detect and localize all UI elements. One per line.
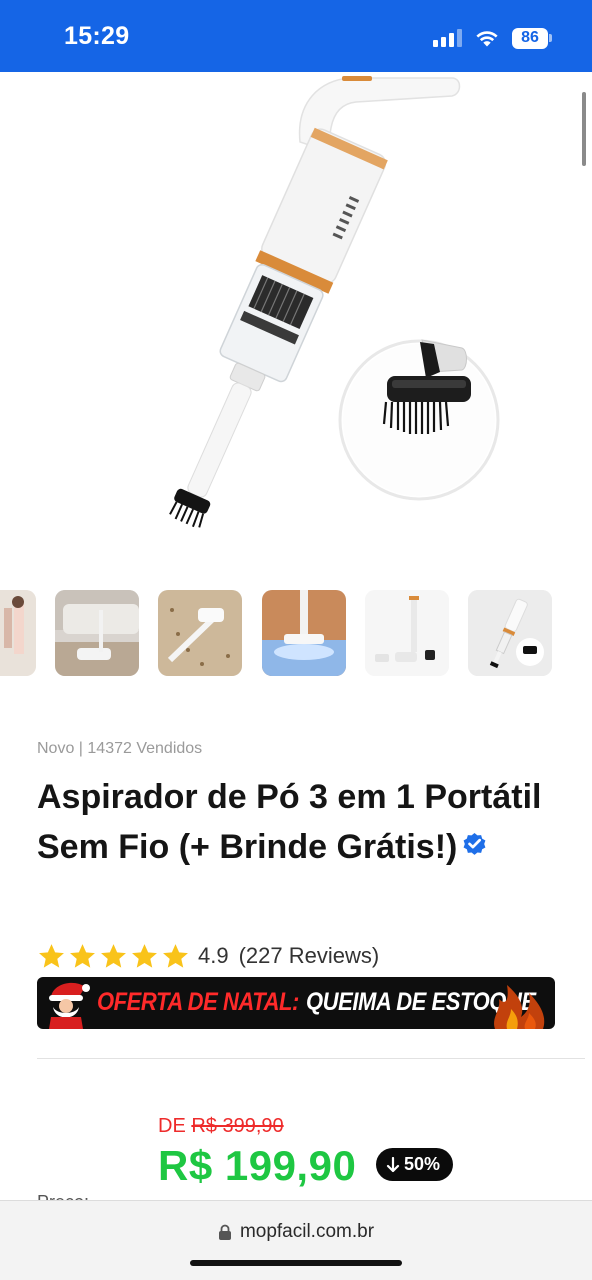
verified-badge-icon (463, 832, 486, 855)
thumbnail-4[interactable] (262, 590, 346, 676)
old-price: DE R$ 399,90 (158, 1115, 284, 1138)
thumbnail-3[interactable] (158, 590, 242, 676)
section-divider (37, 1058, 585, 1059)
status-icons: 86 (433, 26, 552, 50)
star-icon (70, 943, 95, 968)
price-label: Preço: (37, 1192, 89, 1200)
current-price: R$ 199,90 (158, 1142, 357, 1189)
signal-icon (433, 29, 462, 47)
rating-stars (37, 942, 190, 971)
url-display[interactable]: mopfacil.com.br (0, 1221, 592, 1243)
thumbnail-strip[interactable] (0, 590, 592, 676)
status-bar: 15:29 86 (0, 0, 592, 72)
discount-value: 50% (404, 1154, 441, 1174)
star-icon (39, 943, 64, 968)
star-icon (132, 943, 157, 968)
thumbnail-1[interactable] (0, 590, 36, 676)
thumbnail-5[interactable] (365, 590, 449, 676)
star-icon (101, 943, 126, 968)
product-meta: Novo | 14372 Vendidos (37, 740, 203, 757)
product-hero-image[interactable] (0, 72, 592, 572)
product-page[interactable]: Novo | 14372 Vendidos Aspirador de Pó 3 … (0, 72, 592, 1200)
lock-icon (218, 1224, 231, 1240)
old-price-value: R$ 399,90 (191, 1115, 284, 1137)
battery-icon: 86 (512, 27, 552, 49)
banner-text: OFERTA DE NATAL: QUEIMA DE ESTOQUE (97, 988, 536, 1017)
product-title: Aspirador de Pó 3 em 1 Portátil Sem Fio … (37, 772, 557, 872)
rating-row[interactable]: 4.9 (227 Reviews) (37, 940, 379, 972)
discount-badge: 50% (376, 1148, 454, 1181)
old-price-prefix: DE (158, 1115, 186, 1137)
star-icon (163, 943, 188, 968)
rating-value: 4.9 (198, 943, 229, 968)
wifi-icon (476, 31, 498, 47)
url-text: mopfacil.com.br (239, 1221, 375, 1242)
battery-level: 86 (512, 27, 548, 49)
thumbnail-2[interactable] (55, 590, 139, 676)
status-time: 15:29 (64, 22, 130, 50)
reviews-link[interactable]: (227 Reviews) (239, 943, 380, 969)
arrow-down-icon (386, 1156, 400, 1172)
home-indicator[interactable] (190, 1260, 402, 1266)
santa-icon (49, 982, 90, 1029)
christmas-promo-banner: OFERTA DE NATAL: QUEIMA DE ESTOQUE (37, 977, 555, 1029)
banner-highlight: OFERTA DE NATAL: (97, 988, 299, 1016)
thumbnail-6-selected[interactable] (468, 590, 552, 676)
flame-decoration-icon (494, 985, 545, 1029)
browser-address-bar[interactable]: mopfacil.com.br (0, 1200, 592, 1280)
